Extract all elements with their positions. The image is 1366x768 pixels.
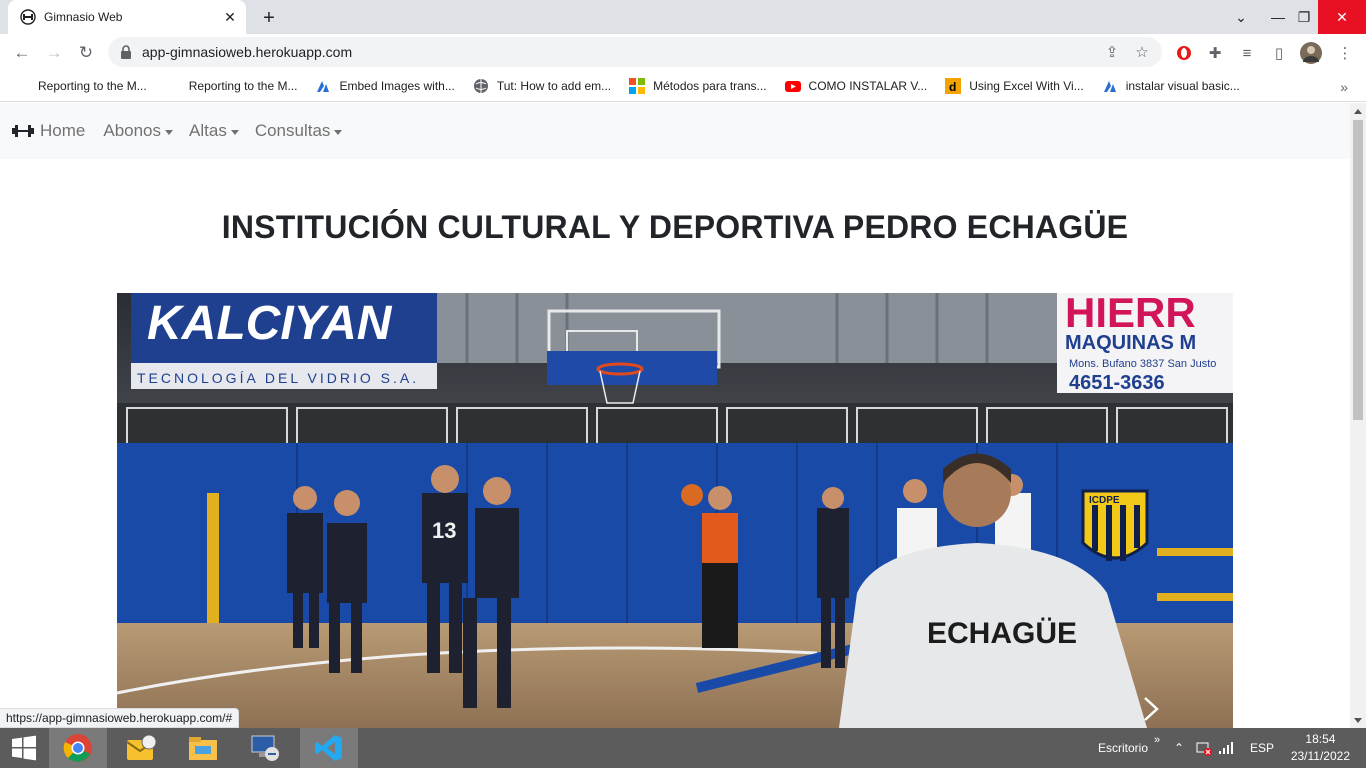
new-tab-button[interactable]: + (258, 7, 280, 29)
bookmark-star-icon[interactable]: ☆ (1132, 42, 1152, 62)
page-title: INSTITUCIÓN CULTURAL Y DEPORTIVA PEDRO E… (221, 209, 1129, 245)
profile-avatar[interactable] (1300, 42, 1322, 64)
bookmark-label: Tut: How to add em... (496, 79, 612, 93)
caret-down-icon (334, 129, 343, 135)
bookmark-label: COMO INSTALAR V... (808, 79, 928, 93)
scroll-down-arrow[interactable] (1354, 718, 1362, 723)
azure-icon (1102, 78, 1118, 94)
lock-icon (121, 45, 131, 59)
bookmark-label: Embed Images with... (339, 79, 455, 93)
blank-page-icon (14, 78, 30, 94)
banner-right-phone: 4651-3636 (1069, 372, 1165, 394)
close-tab-icon[interactable]: ✕ (222, 9, 238, 25)
bookmarks-overflow-icon[interactable]: » (1340, 79, 1348, 95)
globe-icon (20, 9, 36, 25)
svg-text:d: d (949, 80, 956, 94)
outlook-taskbar-icon[interactable] (112, 728, 170, 768)
address-bar[interactable]: app-gimnasioweb.herokuapp.com ⇪ ☆ (108, 37, 1162, 67)
bookmark-item[interactable]: Reporting to the M... (165, 78, 298, 94)
extensions-puzzle-icon[interactable]: ✚ (1204, 42, 1226, 64)
media-control-icon[interactable]: ≡ (1236, 42, 1258, 64)
bookmark-item[interactable]: Tut: How to add em... (473, 78, 611, 94)
clock-date: 23/11/2022 (1290, 749, 1350, 763)
banner-left-subtext: TECNOLOGÍA DEL VIDRIO S.A. (137, 370, 419, 386)
tray-overflow-icon[interactable]: ⌃ (1174, 728, 1184, 768)
crest-text: ICDPE (1089, 495, 1120, 506)
banner-left-text: KALCIYAN (147, 297, 393, 350)
nav-altas-dropdown[interactable]: Altas (189, 121, 239, 141)
vscode-taskbar-icon[interactable] (300, 728, 358, 768)
windows-taskbar: Escritorio » ⌃ ESP 18:54 23/11/2022 (0, 728, 1366, 768)
chevron-double-right-icon[interactable]: » (1154, 720, 1160, 760)
url-text: app-gimnasioweb.herokuapp.com (142, 44, 353, 60)
windows-start-icon[interactable] (0, 728, 48, 768)
side-panel-icon[interactable]: ▯ (1268, 42, 1290, 64)
site-navbar: Home Abonos Altas Consultas (0, 103, 1350, 159)
bookmark-item[interactable]: instalar visual basic... (1102, 78, 1240, 94)
image-carousel: KALCIYAN TECNOLOGÍA DEL VIDRIO S.A. HIER… (117, 293, 1233, 728)
minimize-button[interactable]: — (1266, 0, 1290, 34)
bookmark-label: Reporting to the M... (188, 79, 298, 93)
desktop-toolbar-label[interactable]: Escritorio (1098, 728, 1148, 768)
browser-tab-bar: Gimnasio Web ✕ + ⌄ — ❐ ✕ (0, 0, 1366, 34)
microsoft-icon (629, 78, 646, 94)
forward-button[interactable]: → (41, 40, 67, 66)
banner-right-address: Mons. Bufano 3837 San Justo (1069, 358, 1216, 370)
bookmark-item[interactable]: d Using Excel With Vi... (945, 78, 1084, 94)
bookmark-label: instalar visual basic... (1125, 79, 1240, 93)
browser-toolbar: ← → ↻ app-gimnasioweb.herokuapp.com ⇪ ☆ … (0, 34, 1366, 71)
player-number: 13 (432, 518, 456, 543)
close-window-button[interactable]: ✕ (1318, 0, 1366, 34)
nav-abonos-label: Abonos (103, 121, 162, 140)
nav-abonos-dropdown[interactable]: Abonos (103, 121, 174, 141)
tab-title: Gimnasio Web (44, 10, 123, 24)
bookmarks-bar: Reporting to the M... Reporting to the M.… (0, 71, 1366, 102)
bookmark-label: Using Excel With Vi... (969, 79, 1084, 93)
bookmark-item[interactable]: COMO INSTALAR V... (784, 78, 928, 94)
nav-consultas-label: Consultas (254, 121, 331, 140)
dev-icon: d (945, 78, 962, 94)
taskbar-clock[interactable]: 18:54 23/11/2022 (1291, 731, 1350, 765)
nav-altas-label: Altas (189, 121, 227, 140)
scroll-up-arrow[interactable] (1354, 109, 1362, 114)
bookmark-item[interactable]: Reporting to the M... (14, 78, 147, 94)
chrome-taskbar-icon[interactable] (49, 728, 107, 768)
scroll-thumb[interactable] (1353, 120, 1363, 420)
youtube-icon (784, 78, 801, 94)
basketball-court-photo: KALCIYAN TECNOLOGÍA DEL VIDRIO S.A. HIER… (117, 293, 1233, 728)
nav-consultas-dropdown[interactable]: Consultas (255, 121, 343, 141)
page-scrollbar[interactable] (1350, 103, 1366, 728)
azure-icon (315, 78, 331, 94)
bookmark-item[interactable]: Embed Images with... (315, 78, 455, 94)
language-indicator[interactable]: ESP (1250, 728, 1274, 768)
caret-down-icon (165, 129, 174, 135)
nav-home-link[interactable]: Home (40, 121, 85, 141)
link-status-bubble: https://app-gimnasioweb.herokuapp.com/# (0, 708, 240, 728)
banner-right-text: HIERR (1065, 293, 1196, 336)
dumbbell-icon (12, 125, 34, 137)
caret-down-icon (230, 129, 239, 135)
opera-extension-icon[interactable] (1173, 42, 1195, 64)
restore-button[interactable]: ❐ (1292, 0, 1316, 34)
globe-icon (473, 78, 489, 94)
banner-right-subtext: MAQUINAS M (1065, 332, 1196, 354)
share-icon[interactable]: ⇪ (1102, 42, 1122, 62)
chevron-right-icon[interactable] (1141, 696, 1161, 722)
file-explorer-taskbar-icon[interactable] (174, 728, 232, 768)
bookmark-label: Métodos para trans... (653, 79, 767, 93)
clock-time: 18:54 (1305, 732, 1336, 746)
vs-installer-taskbar-icon[interactable] (236, 728, 294, 768)
shirt-text: ECHAGÜE (927, 617, 1077, 650)
browser-tab[interactable]: Gimnasio Web ✕ (8, 0, 246, 34)
bookmark-item[interactable]: Métodos para trans... (629, 78, 767, 94)
blank-page-icon (165, 78, 181, 94)
reload-button[interactable]: ↻ (73, 40, 99, 66)
bookmark-label: Reporting to the M... (38, 79, 147, 93)
menu-kebab-icon[interactable]: ⋮ (1334, 42, 1356, 64)
tab-search-icon[interactable]: ⌄ (1228, 0, 1254, 34)
back-button[interactable]: ← (9, 40, 35, 66)
page-viewport: Home Abonos Altas Consultas INSTITUCIÓN … (0, 103, 1350, 728)
signal-bars-icon[interactable] (1218, 728, 1234, 768)
network-error-icon[interactable] (1196, 728, 1212, 768)
